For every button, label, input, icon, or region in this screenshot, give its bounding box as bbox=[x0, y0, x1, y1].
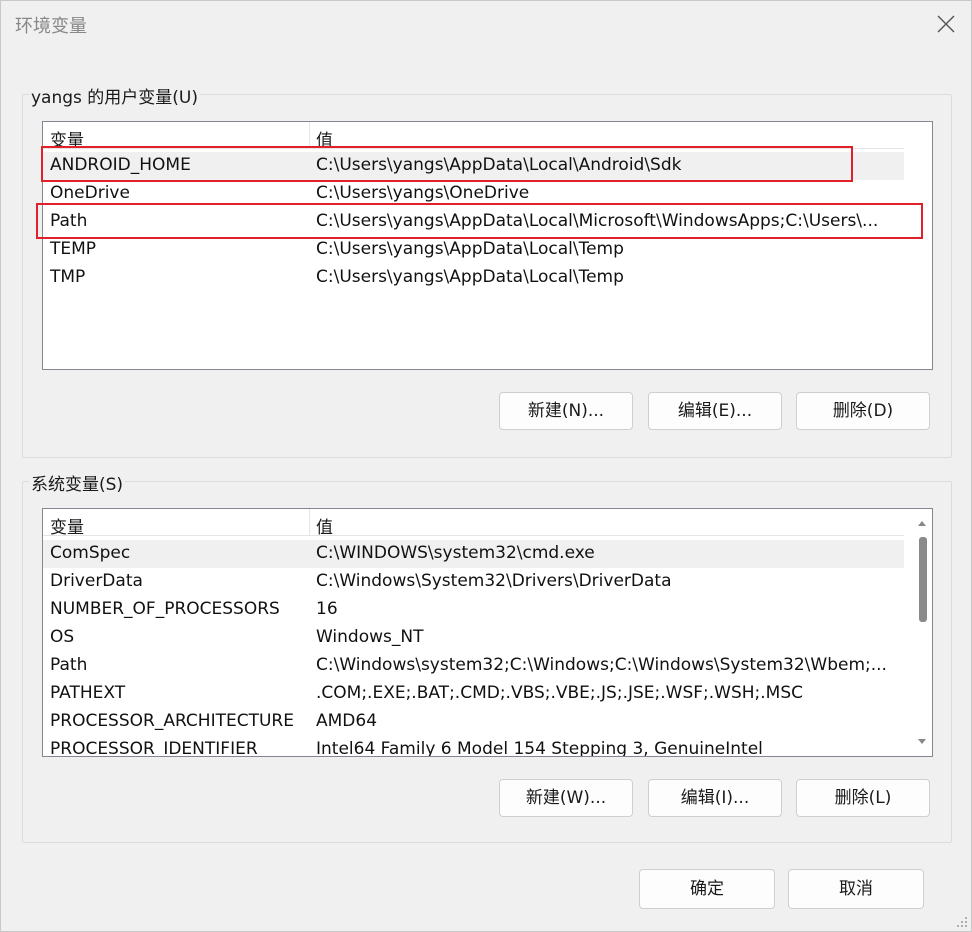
column-header-value[interactable]: 值 bbox=[316, 513, 333, 538]
resize-grip-icon[interactable] bbox=[956, 916, 968, 928]
system-list-header: 变量 值 bbox=[43, 509, 904, 538]
system-new-button[interactable]: 新建(W)... bbox=[499, 779, 633, 817]
list-row[interactable]: OS Windows_NT bbox=[43, 624, 904, 652]
list-row[interactable]: OneDrive C:\Users\yangs\OneDrive bbox=[43, 180, 904, 208]
system-variables-list[interactable]: 变量 值 ComSpec C:\WINDOWS\system32\cmd.exe D… bbox=[42, 508, 933, 757]
title-bar: 环境变量 bbox=[1, 1, 971, 47]
column-header-name[interactable]: 变量 bbox=[50, 126, 84, 151]
window-title: 环境变量 bbox=[15, 16, 87, 37]
list-row[interactable]: Path C:\Users\yangs\AppData\Local\Microso… bbox=[43, 208, 904, 236]
variable-name: Path bbox=[50, 655, 88, 675]
variable-name: NUMBER_OF_PROCESSORS bbox=[50, 599, 280, 619]
variable-name: ANDROID_HOME bbox=[50, 155, 191, 175]
list-row[interactable]: PROCESSOR_ARCHITECTURE AMD64 bbox=[43, 708, 904, 736]
user-delete-button[interactable]: 删除(D) bbox=[796, 392, 930, 430]
variable-value: C:\Users\yangs\AppData\Local\Microsoft\W… bbox=[316, 211, 879, 231]
variable-name: PROCESSOR_IDENTIFIER bbox=[50, 739, 258, 757]
list-row[interactable]: DriverData C:\Windows\System32\Drivers\Dr… bbox=[43, 568, 904, 596]
variable-name: OneDrive bbox=[50, 183, 130, 203]
column-divider[interactable] bbox=[309, 122, 310, 148]
close-button[interactable] bbox=[929, 7, 963, 41]
variable-value: AMD64 bbox=[316, 711, 378, 731]
list-row[interactable]: ComSpec C:\WINDOWS\system32\cmd.exe bbox=[43, 540, 904, 568]
variable-name: Path bbox=[50, 211, 88, 231]
list-row[interactable]: TEMP C:\Users\yangs\AppData\Local\Temp bbox=[43, 236, 904, 264]
variable-name: TMP bbox=[50, 267, 86, 287]
cancel-button[interactable]: 取消 bbox=[788, 869, 924, 909]
variable-value: Intel64 Family 6 Model 154 Stepping 3, G… bbox=[316, 739, 763, 757]
variable-value: .COM;.EXE;.BAT;.CMD;.VBS;.VBE;.JS;.JSE;.… bbox=[316, 683, 804, 703]
ok-button[interactable]: 确定 bbox=[639, 869, 775, 909]
variable-name: TEMP bbox=[50, 239, 97, 259]
variable-name: ComSpec bbox=[50, 543, 131, 563]
user-variables-label: yangs 的用户变量(U) bbox=[29, 83, 201, 108]
system-delete-button[interactable]: 删除(L) bbox=[796, 779, 930, 817]
system-edit-button[interactable]: 编辑(I)... bbox=[648, 779, 782, 817]
variable-value: C:\Users\yangs\AppData\Local\Android\Sdk bbox=[316, 155, 682, 175]
variable-value: Windows_NT bbox=[316, 627, 424, 647]
list-row[interactable]: PATHEXT .COM;.EXE;.BAT;.CMD;.VBS;.VBE;.JS… bbox=[43, 680, 904, 708]
variable-value: C:\WINDOWS\system32\cmd.exe bbox=[316, 543, 595, 563]
variable-value: C:\Users\yangs\AppData\Local\Temp bbox=[316, 267, 624, 287]
variable-value: C:\Users\yangs\OneDrive bbox=[316, 183, 530, 203]
user-list-header: 变量 值 bbox=[43, 122, 904, 151]
system-variables-label: 系统变量(S) bbox=[29, 470, 126, 495]
scroll-down-arrow-icon[interactable] bbox=[918, 739, 926, 744]
column-header-value[interactable]: 值 bbox=[316, 126, 333, 151]
list-row[interactable]: ANDROID_HOME C:\Users\yangs\AppData\Local… bbox=[43, 152, 904, 180]
environment-variables-dialog: 环境变量 yangs 的用户变量(U) 变量 值 ANDROID_HOME C:\… bbox=[0, 0, 972, 932]
close-icon bbox=[937, 15, 955, 33]
column-header-name[interactable]: 变量 bbox=[50, 513, 84, 538]
list-row[interactable]: NUMBER_OF_PROCESSORS 16 bbox=[43, 596, 904, 624]
column-divider[interactable] bbox=[309, 509, 310, 535]
list-row[interactable]: Path C:\Windows\system32;C:\Windows;C:\Wi… bbox=[43, 652, 904, 680]
scroll-thumb[interactable] bbox=[919, 537, 927, 622]
variable-name: PATHEXT bbox=[50, 683, 126, 703]
variable-value: C:\Users\yangs\AppData\Local\Temp bbox=[316, 239, 624, 259]
system-list-scrollbar[interactable] bbox=[913, 509, 931, 754]
variable-name: PROCESSOR_ARCHITECTURE bbox=[50, 711, 294, 731]
list-row[interactable]: PROCESSOR_IDENTIFIER Intel64 Family 6 Mod… bbox=[43, 736, 904, 757]
variable-name: DriverData bbox=[50, 571, 143, 591]
user-edit-button[interactable]: 编辑(E)... bbox=[648, 392, 782, 430]
user-variables-list[interactable]: 变量 值 ANDROID_HOME C:\Users\yangs\AppData\… bbox=[42, 121, 933, 370]
user-new-button[interactable]: 新建(N)... bbox=[499, 392, 633, 430]
variable-value: 16 bbox=[316, 599, 338, 619]
scroll-up-arrow-icon[interactable] bbox=[918, 521, 926, 526]
variable-value: C:\Windows\System32\Drivers\DriverData bbox=[316, 571, 672, 591]
variable-value: C:\Windows\system32;C:\Windows;C:\Window… bbox=[316, 655, 887, 675]
list-row[interactable]: TMP C:\Users\yangs\AppData\Local\Temp bbox=[43, 264, 904, 292]
variable-name: OS bbox=[50, 627, 75, 647]
